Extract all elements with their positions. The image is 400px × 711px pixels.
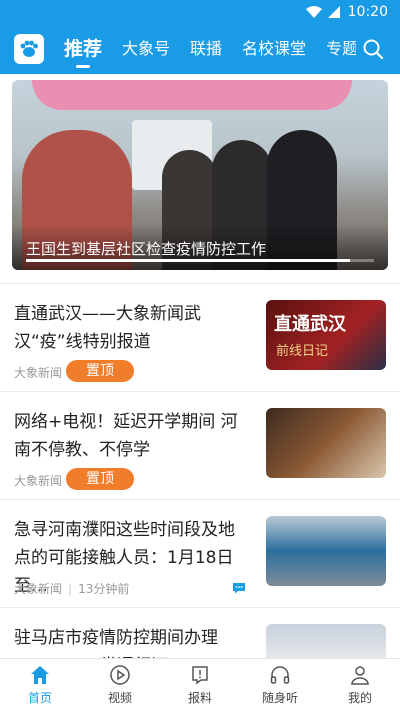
news-item[interactable]: 网络+电视！延迟开学期间 河南不停教、不停学 大象新闻 置顶 — [0, 392, 400, 500]
banner-progress — [26, 259, 374, 262]
nav-listen[interactable]: 随身听 — [240, 659, 320, 711]
signal-icon — [327, 6, 340, 18]
news-thumbnail — [266, 408, 386, 478]
pinned-badge: 置顶 — [66, 360, 134, 382]
app-logo[interactable] — [14, 34, 44, 64]
thumb-title: 直通武汉 — [274, 314, 346, 335]
news-source: 大象新闻 — [14, 366, 63, 380]
nav-video[interactable]: 视频 — [80, 659, 160, 711]
bottom-nav: 首页 视频 报料 随身听 我的 — [0, 658, 400, 711]
nav-report[interactable]: 报料 — [160, 659, 240, 711]
headphones-icon — [270, 666, 290, 684]
news-title: 直通武汉——大象新闻武汉“疫”线特别报道 — [14, 304, 201, 352]
pinned-badge: 置顶 — [66, 468, 134, 490]
news-source: 大象新闻 — [14, 474, 63, 488]
nav-label: 报料 — [187, 691, 212, 705]
status-bar: 10:20 — [0, 0, 400, 24]
tab-recommend[interactable]: 推荐 — [64, 24, 102, 74]
news-thumbnail: 直通武汉 前线日记 — [266, 300, 386, 370]
nav-label: 随身听 — [261, 691, 298, 705]
nav-label: 首页 — [27, 691, 52, 705]
video-icon — [110, 665, 130, 685]
meta-divider: | — [68, 581, 73, 596]
banner-image — [32, 80, 352, 110]
tab-topics[interactable]: 专题 — [326, 24, 356, 74]
news-meta: 大象新闻 — [14, 364, 62, 381]
profile-icon — [351, 666, 369, 685]
headline-banner[interactable]: 王国生到基层社区检查疫情防控工作 — [12, 80, 388, 270]
feed[interactable]: 王国生到基层社区检查疫情防控工作 直通武汉——大象新闻武汉“疫”线特别报道 大象… — [0, 74, 400, 658]
tab-daxianghao[interactable]: 大象号 — [122, 24, 170, 74]
wifi-icon — [305, 6, 322, 18]
news-thumbnail — [266, 624, 386, 658]
news-title: 网络+电视！延迟开学期间 河南不停教、不停学 — [14, 412, 238, 460]
paw-icon — [20, 40, 38, 57]
home-icon — [31, 666, 49, 684]
news-meta: 大象新闻 | 13分钟前 — [14, 580, 129, 597]
search-icon[interactable] — [362, 38, 384, 60]
comment-icon[interactable] — [232, 582, 246, 594]
thumb-subtitle: 前线日记 — [276, 344, 329, 359]
status-time: 10:20 — [347, 4, 388, 20]
nav-label: 我的 — [347, 691, 372, 705]
news-item[interactable]: 直通武汉——大象新闻武汉“疫”线特别报道 大象新闻 置顶 直通武汉 前线日记 — [0, 284, 400, 392]
top-bar: 推荐 大象号 联播 名校课堂 专题 — [0, 24, 400, 74]
tab-school-class[interactable]: 名校课堂 — [242, 24, 306, 74]
tab-lianbo[interactable]: 联播 — [190, 24, 222, 74]
channel-tabs: 推荐 大象号 联播 名校课堂 专题 — [56, 24, 356, 74]
news-meta: 大象新闻 — [14, 472, 62, 489]
nav-label: 视频 — [107, 691, 132, 705]
news-item[interactable]: 急寻河南濮阳这些时间段及地点的可能接触人员：1月18日至… 大象新闻 | 13分… — [0, 500, 400, 608]
report-icon — [192, 666, 208, 685]
news-time: 13分钟前 — [78, 582, 130, 596]
news-item[interactable]: 驻马店市疫情防控期间办理A、B、C三类通行证 — [0, 608, 400, 658]
news-title: 驻马店市疫情防控期间办理A、B、C三类通行证 — [14, 628, 218, 658]
nav-profile[interactable]: 我的 — [320, 659, 400, 711]
banner-caption: 王国生到基层社区检查疫情防控工作 — [12, 224, 388, 270]
nav-home[interactable]: 首页 — [0, 659, 80, 711]
news-thumbnail — [266, 516, 386, 586]
news-source: 大象新闻 — [14, 582, 63, 596]
